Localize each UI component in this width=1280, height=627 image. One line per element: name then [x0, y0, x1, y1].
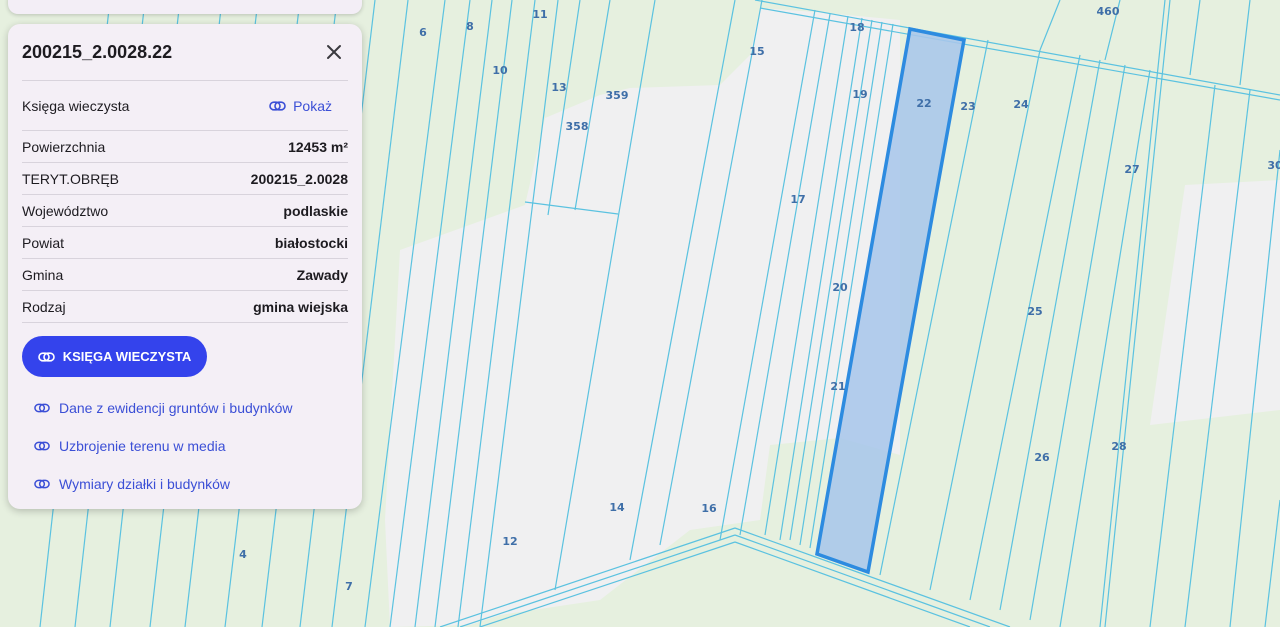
parcel-label: 17: [790, 193, 805, 206]
link-icon: [34, 441, 50, 451]
show-link[interactable]: Pokaż: [269, 98, 332, 114]
parcel-label: 26: [1034, 451, 1050, 464]
link-icon: [34, 403, 50, 413]
parcel-label: 21: [830, 380, 845, 393]
info-row-label: Gmina: [22, 266, 64, 283]
link-land-records[interactable]: Dane z ewidencji gruntów i budynków: [22, 389, 348, 427]
land-registry-button-label: KSIĘGA WIECZYSTA: [62, 349, 192, 364]
info-row-value: Zawady: [296, 266, 348, 283]
land-registry-label: Księga wieczysta: [22, 97, 130, 114]
parcel-label: 359: [606, 89, 629, 102]
link-dimensions-label: Wymiary działki i budynków: [59, 476, 231, 492]
link-icon: [34, 479, 50, 489]
parcel-label: 16: [701, 502, 717, 515]
parcel-label: 19: [852, 88, 867, 101]
parcel-info-panel: 200215_2.0028.22 Księga wieczysta Pokaż …: [8, 24, 362, 509]
info-row-label: Województwo: [22, 202, 109, 219]
parcel-id-title: 200215_2.0028.22: [22, 41, 173, 62]
parcel-label: 30: [1267, 159, 1280, 172]
land-registry-row: Księga wieczysta Pokaż: [22, 81, 348, 131]
info-row-label: TERYT.OBRĘB: [22, 170, 119, 187]
parcel-label: 14: [609, 501, 625, 514]
parcel-label: 7: [345, 580, 353, 593]
link-icon: [37, 351, 55, 362]
link-dimensions[interactable]: Wymiary działki i budynków: [22, 465, 348, 503]
info-row-label: Powiat: [22, 234, 65, 251]
info-row: Powierzchnia 12453 m²: [22, 131, 348, 163]
info-row-value: 12453 m²: [288, 138, 348, 155]
link-utilities[interactable]: Uzbrojenie terenu w media: [22, 427, 348, 465]
info-row: Gmina Zawady: [22, 259, 348, 291]
land-registry-button[interactable]: KSIĘGA WIECZYSTA: [22, 336, 207, 377]
related-links: Dane z ewidencji gruntów i budynków Uzbr…: [22, 389, 348, 503]
parcel-label: 25: [1027, 305, 1042, 318]
panel-header: 200215_2.0028.22: [22, 24, 348, 81]
parcel-label: 13: [551, 81, 566, 94]
info-row: TERYT.OBRĘB 200215_2.0028: [22, 163, 348, 195]
parcel-label: 28: [1111, 440, 1126, 453]
info-row-value: gmina wiejska: [253, 298, 348, 315]
parcel-label: 6: [419, 26, 427, 39]
parcel-label: 12: [502, 535, 517, 548]
parcel-label: 10: [492, 64, 508, 77]
top-card-stub: [8, 0, 362, 14]
parcel-label: 8: [466, 20, 474, 33]
parcel-label: 23: [960, 100, 975, 113]
parcel-label: 27: [1124, 163, 1139, 176]
info-row-value: 200215_2.0028: [250, 170, 348, 187]
parcel-label: 20: [832, 281, 848, 294]
parcel-label: 15: [749, 45, 764, 58]
close-icon: [327, 45, 341, 59]
parcel-label: 460: [1097, 5, 1120, 18]
link-land-records-label: Dane z ewidencji gruntów i budynków: [59, 400, 293, 416]
link-utilities-label: Uzbrojenie terenu w media: [59, 438, 226, 454]
info-row-value: białostocki: [274, 234, 348, 251]
info-row-label: Rodzaj: [22, 298, 66, 315]
show-link-label: Pokaż: [293, 97, 332, 114]
close-button[interactable]: [320, 38, 348, 66]
info-row: Województwo podlaskie: [22, 195, 348, 227]
parcel-label: 358: [566, 120, 589, 133]
info-row-value: podlaskie: [283, 202, 348, 219]
parcel-label: 11: [532, 8, 547, 21]
parcel-label: 4: [239, 548, 247, 561]
parcel-label: 18: [849, 21, 864, 34]
parcel-label: 24: [1013, 98, 1029, 111]
parcel-label: 22: [916, 97, 931, 110]
info-row: Powiat białostocki: [22, 227, 348, 259]
info-row: Rodzaj gmina wiejska: [22, 291, 348, 323]
info-row-label: Powierzchnia: [22, 138, 106, 155]
link-icon: [269, 100, 286, 111]
